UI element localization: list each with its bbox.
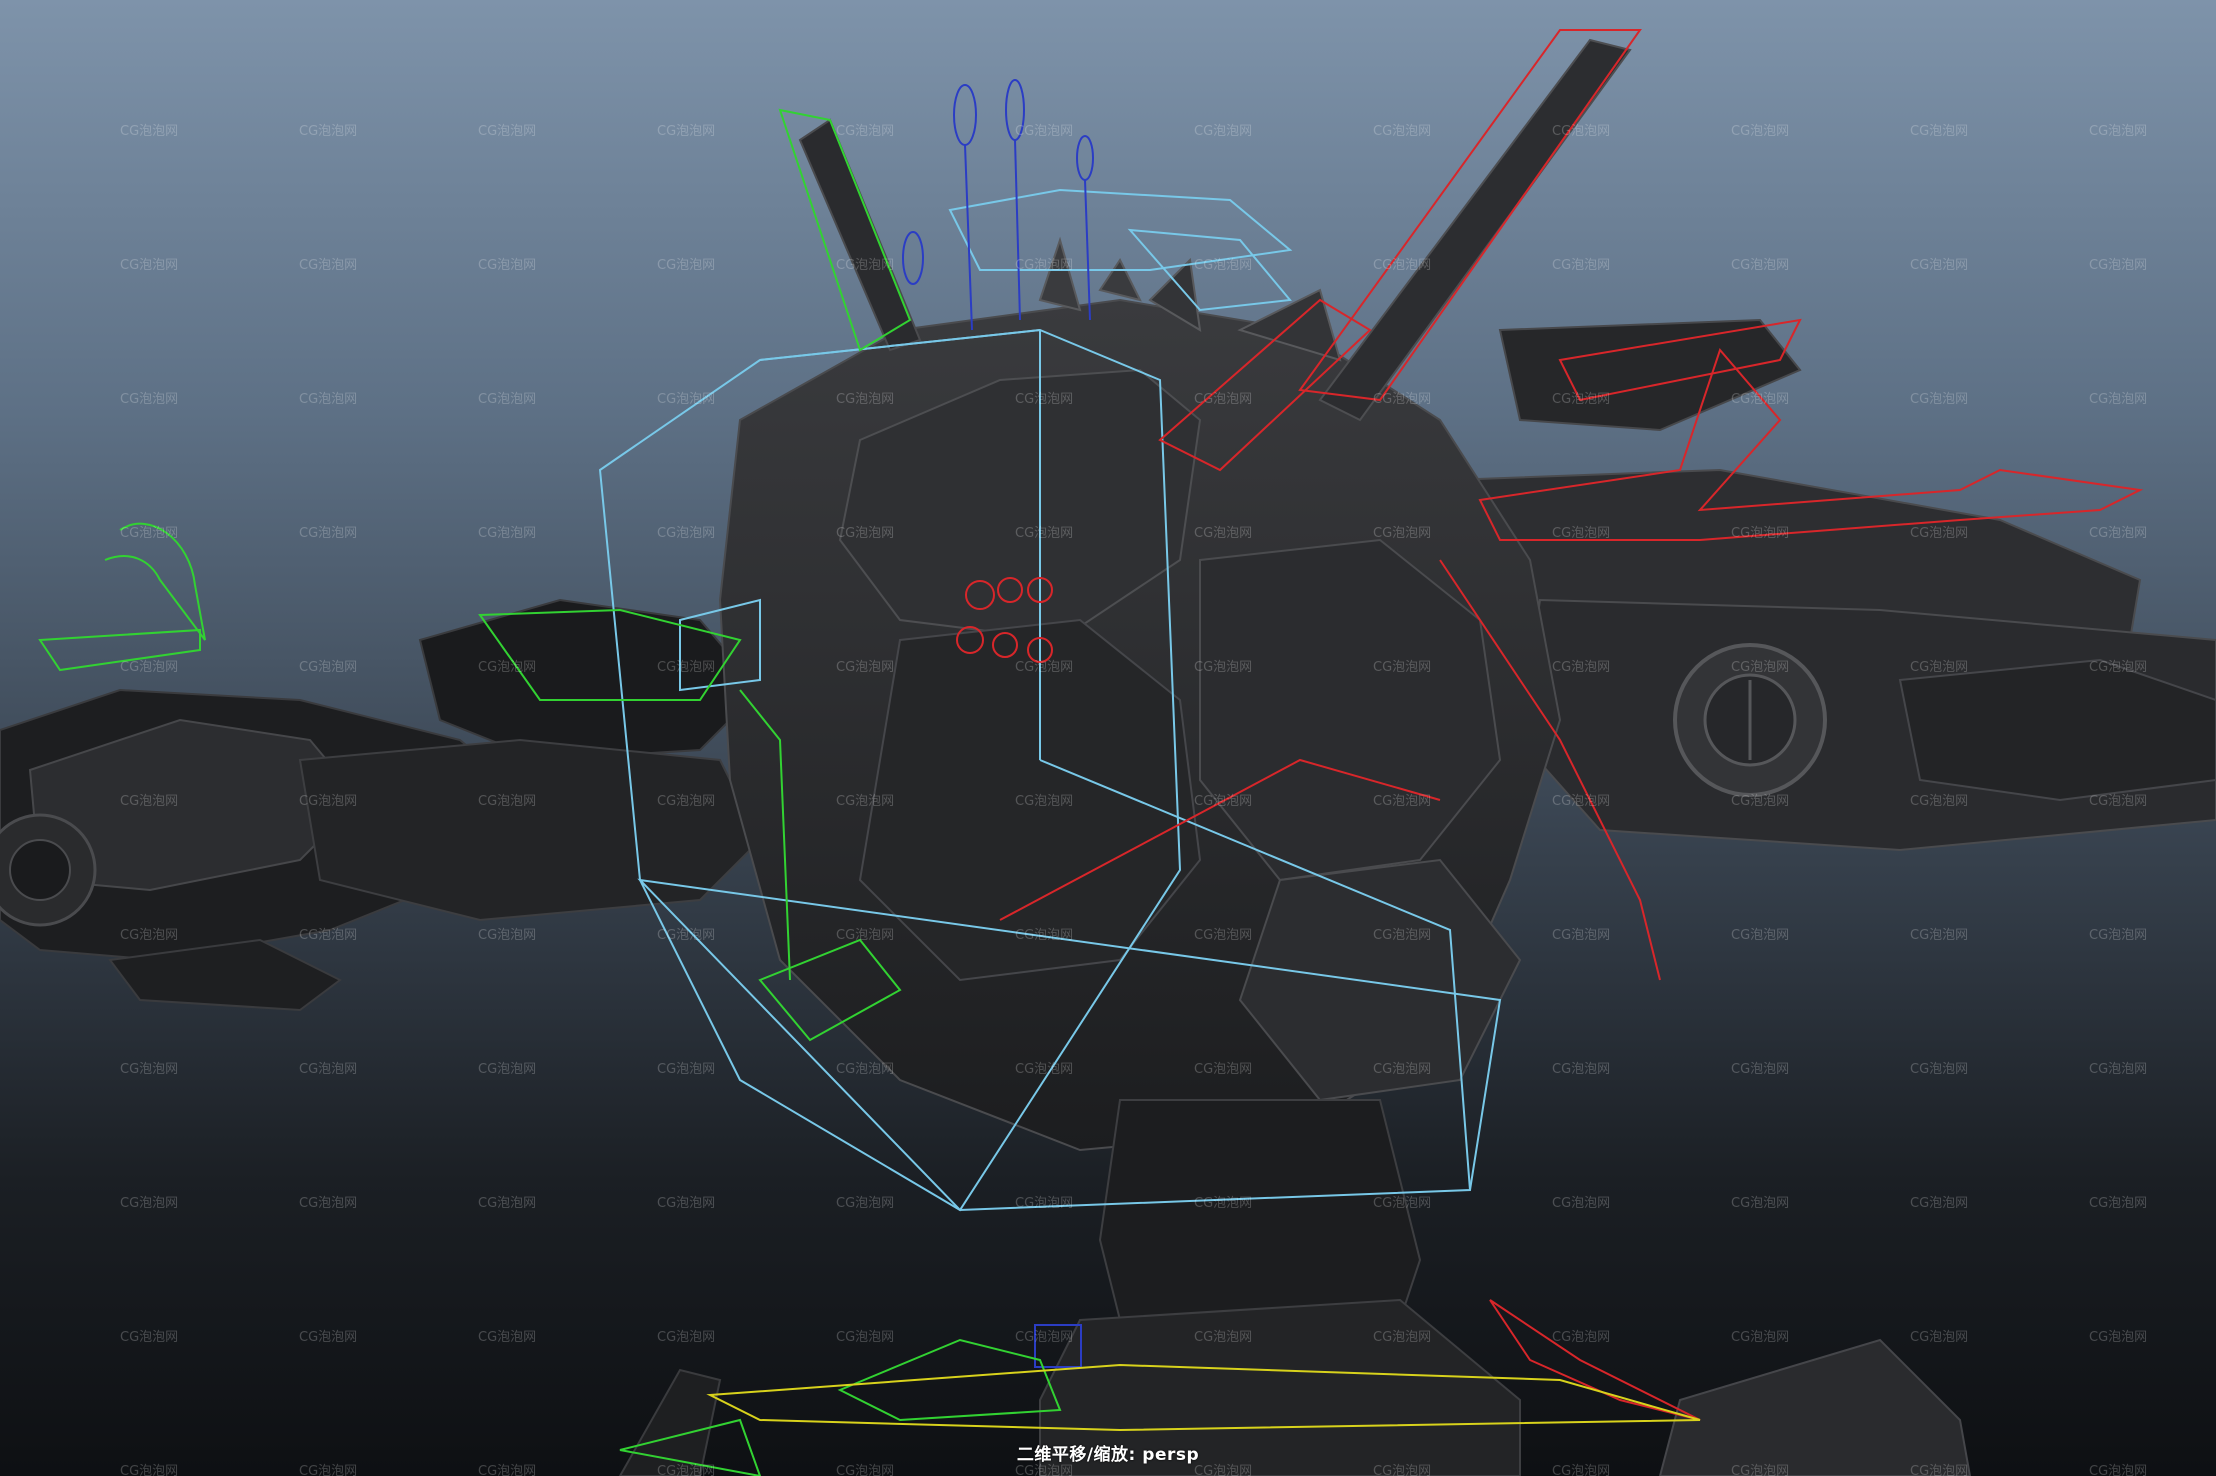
robot-neck-mesh[interactable] bbox=[618, 1099, 1972, 1476]
camera-hud-label: 二维平移/缩放: persp bbox=[1016, 1445, 1200, 1465]
robot-right-arm-mesh[interactable] bbox=[1448, 318, 2216, 852]
maya-perspective-viewport[interactable]: CG泡泡网 CG泡泡网 CG泡泡网 CG泡泡网 CG泡泡网 CG泡泡网 CG泡泡网 CG泡泡网… bbox=[0, 0, 2216, 1476]
robot-model-scene[interactable] bbox=[0, 0, 2216, 1476]
robot-torso-mesh[interactable] bbox=[718, 236, 1562, 1152]
